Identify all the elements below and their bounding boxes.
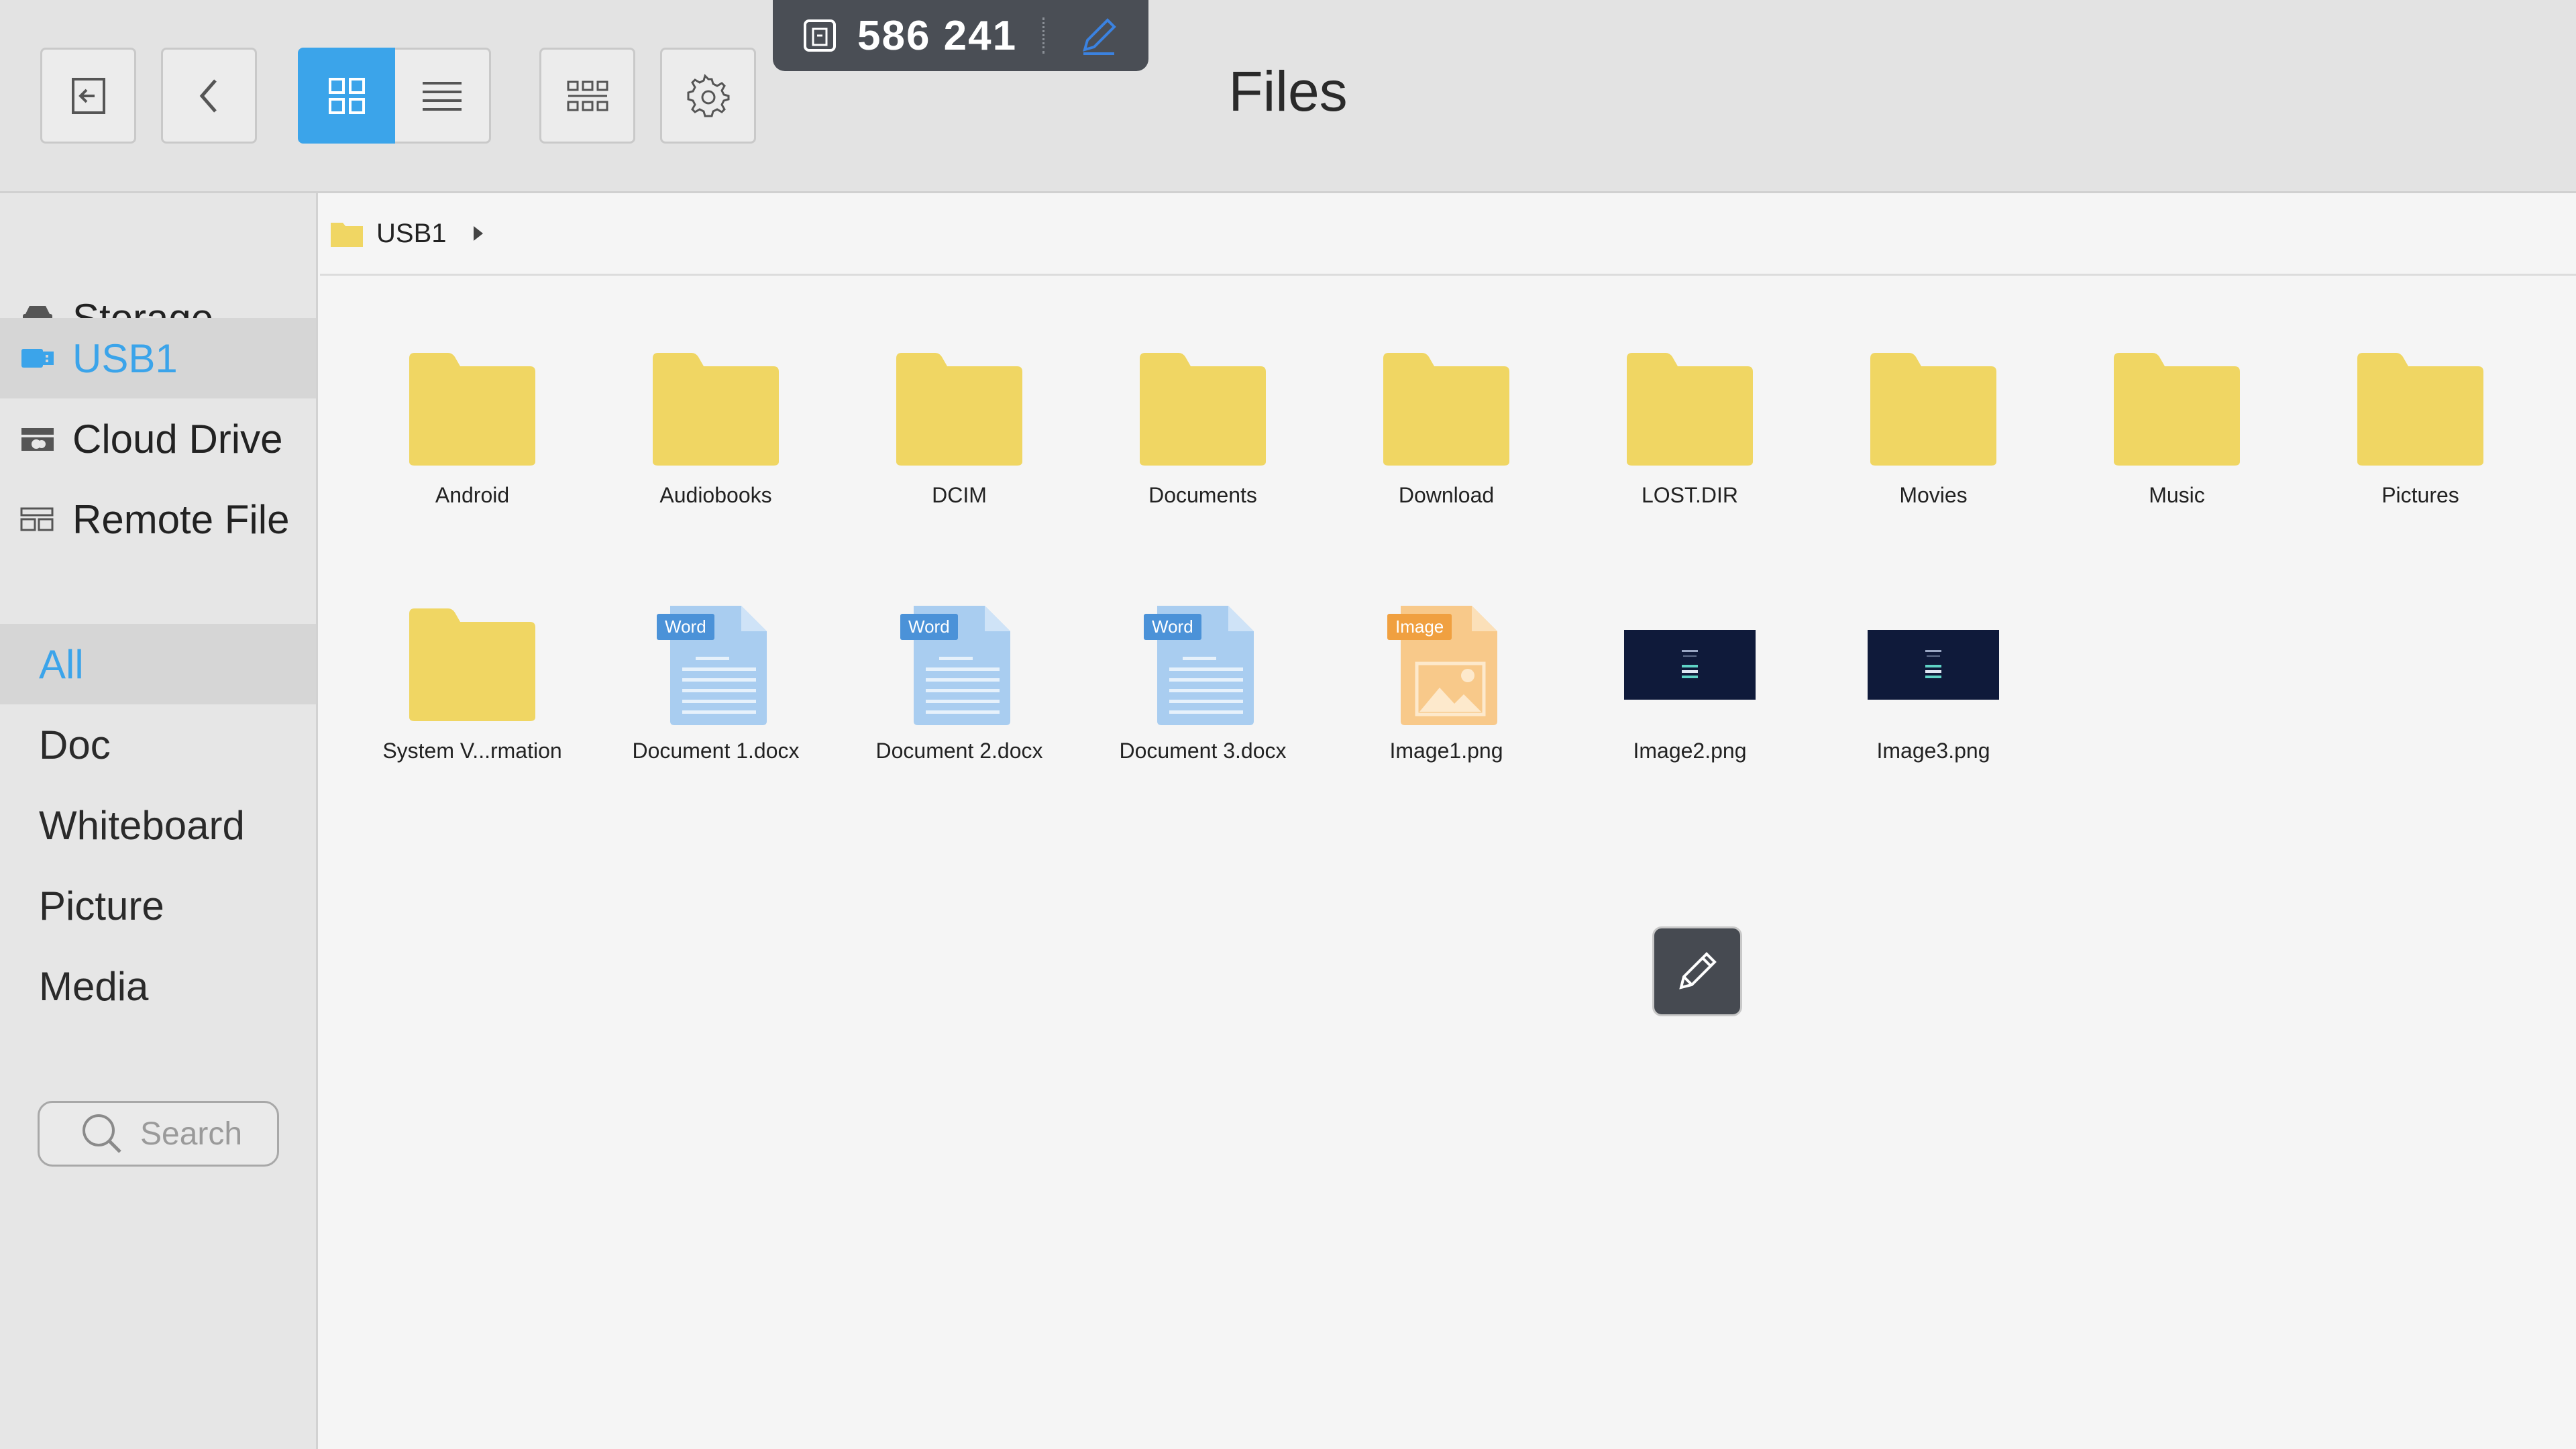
sidebar-item-cloud-drive[interactable]: Cloud Drive	[0, 398, 316, 479]
annotate-button[interactable]	[1652, 926, 1742, 1016]
page-title: Files	[1228, 60, 1348, 123]
category-picture[interactable]: Picture	[0, 865, 316, 946]
file-name-label: Movies	[1899, 483, 1968, 507]
cast-icon	[804, 19, 836, 52]
folder-item[interactable]: Download	[1336, 342, 1557, 543]
folder-icon	[2310, 342, 2531, 476]
sidebar-item-label: Remote File	[72, 496, 290, 542]
file-name-label: Documents	[1148, 483, 1257, 507]
category-whiteboard[interactable]: Whiteboard	[0, 785, 316, 865]
toolbar: Files	[0, 0, 2576, 193]
folder-icon	[605, 342, 826, 476]
file-item[interactable]: Image2.png	[1579, 598, 1801, 799]
file-item[interactable]: Word Document 3.docx	[1092, 598, 1313, 799]
image-thumbnail	[1823, 598, 2044, 732]
sidebar-item-label: USB1	[72, 335, 178, 381]
file-name-label: Download	[1398, 483, 1495, 507]
search-label: Search	[140, 1116, 243, 1152]
file-name-label: Pictures	[2381, 483, 2459, 507]
word-document-icon	[849, 598, 1070, 732]
cloud-drive-icon	[19, 420, 56, 458]
share-code: 586 241	[857, 12, 1018, 59]
file-name-label: Image2.png	[1633, 739, 1747, 763]
breadcrumb: USB1	[320, 193, 2576, 276]
divider	[1042, 17, 1045, 54]
sidebar-item-usb1[interactable]: USB1	[0, 318, 316, 398]
folder-icon	[362, 598, 583, 732]
folder-item[interactable]: Movies	[1823, 342, 2044, 543]
file-item[interactable]: Word Document 1.docx	[605, 598, 826, 799]
word-document-icon	[605, 598, 826, 732]
file-name-label: System V...rmation	[382, 739, 562, 763]
folder-item[interactable]: Audiobooks	[605, 342, 826, 543]
file-name-label: Image1.png	[1389, 739, 1503, 763]
file-name-label: LOST.DIR	[1641, 483, 1739, 507]
folder-icon	[849, 342, 1070, 476]
file-name-label: Image3.png	[1876, 739, 1990, 763]
sidebar: Storage USB1 Cloud Drive Remote File All…	[0, 193, 318, 1449]
settings-button[interactable]	[660, 48, 756, 144]
multiselect-icon	[567, 80, 608, 111]
sidebar-item-remote-file[interactable]: Remote File	[0, 479, 316, 559]
file-name-label: Android	[435, 483, 510, 507]
file-name-label: DCIM	[932, 483, 987, 507]
folder-icon	[2066, 342, 2288, 476]
file-type-badge: Image	[1387, 614, 1452, 640]
breadcrumb-arrow-icon[interactable]	[473, 226, 483, 241]
file-type-badge: Word	[657, 614, 714, 640]
multiselect-button[interactable]	[539, 48, 635, 144]
folder-item[interactable]: Music	[2066, 342, 2288, 543]
word-document-icon	[1092, 598, 1313, 732]
folder-icon	[1823, 342, 2044, 476]
grid-view-icon	[328, 77, 365, 114]
folder-icon	[1092, 342, 1313, 476]
exit-button[interactable]	[40, 48, 136, 144]
folder-item[interactable]: LOST.DIR	[1579, 342, 1801, 543]
search-icon	[83, 1114, 121, 1153]
pencil-icon	[1679, 952, 1717, 989]
category-all[interactable]: All	[0, 624, 316, 704]
category-media[interactable]: Media	[0, 946, 316, 1026]
folder-item[interactable]: DCIM	[849, 342, 1070, 543]
folder-item[interactable]: Documents	[1092, 342, 1313, 543]
back-icon	[199, 78, 217, 113]
back-button[interactable]	[161, 48, 257, 144]
folder-item[interactable]: System V...rmation	[362, 598, 583, 799]
usb-icon	[19, 339, 56, 377]
file-name-label: Audiobooks	[659, 483, 772, 507]
gear-icon	[687, 73, 729, 117]
file-item[interactable]: Image3.png	[1823, 598, 2044, 799]
breadcrumb-usb1[interactable]: USB1	[376, 219, 447, 249]
file-name-label: Document 2.docx	[875, 739, 1043, 763]
file-item[interactable]: Image Image1.png	[1336, 598, 1557, 799]
grid-view-button[interactable]	[298, 48, 395, 144]
screen-share-bar[interactable]: 586 241	[773, 0, 1148, 71]
file-item[interactable]: Word Document 2.docx	[849, 598, 1070, 799]
exit-icon	[71, 77, 105, 114]
folder-icon	[1336, 342, 1557, 476]
image-thumbnail	[1579, 598, 1801, 732]
pen-icon[interactable]	[1075, 12, 1122, 59]
file-name-label: Document 1.docx	[632, 739, 800, 763]
file-type-badge: Word	[1144, 614, 1201, 640]
folder-icon	[1579, 342, 1801, 476]
folder-item[interactable]: Pictures	[2310, 342, 2531, 543]
search-button[interactable]: Search	[38, 1101, 279, 1167]
file-type-badge: Word	[900, 614, 958, 640]
list-view-icon	[423, 81, 462, 111]
folder-item[interactable]: Android	[362, 342, 583, 543]
category-doc[interactable]: Doc	[0, 704, 316, 785]
sidebar-item-label: Cloud Drive	[72, 416, 283, 462]
file-name-label: Music	[2149, 483, 2205, 507]
remote-file-icon	[19, 500, 56, 538]
file-name-label: Document 3.docx	[1119, 739, 1287, 763]
folder-icon	[331, 223, 363, 247]
folder-icon	[362, 342, 583, 476]
list-view-button[interactable]	[395, 48, 491, 144]
